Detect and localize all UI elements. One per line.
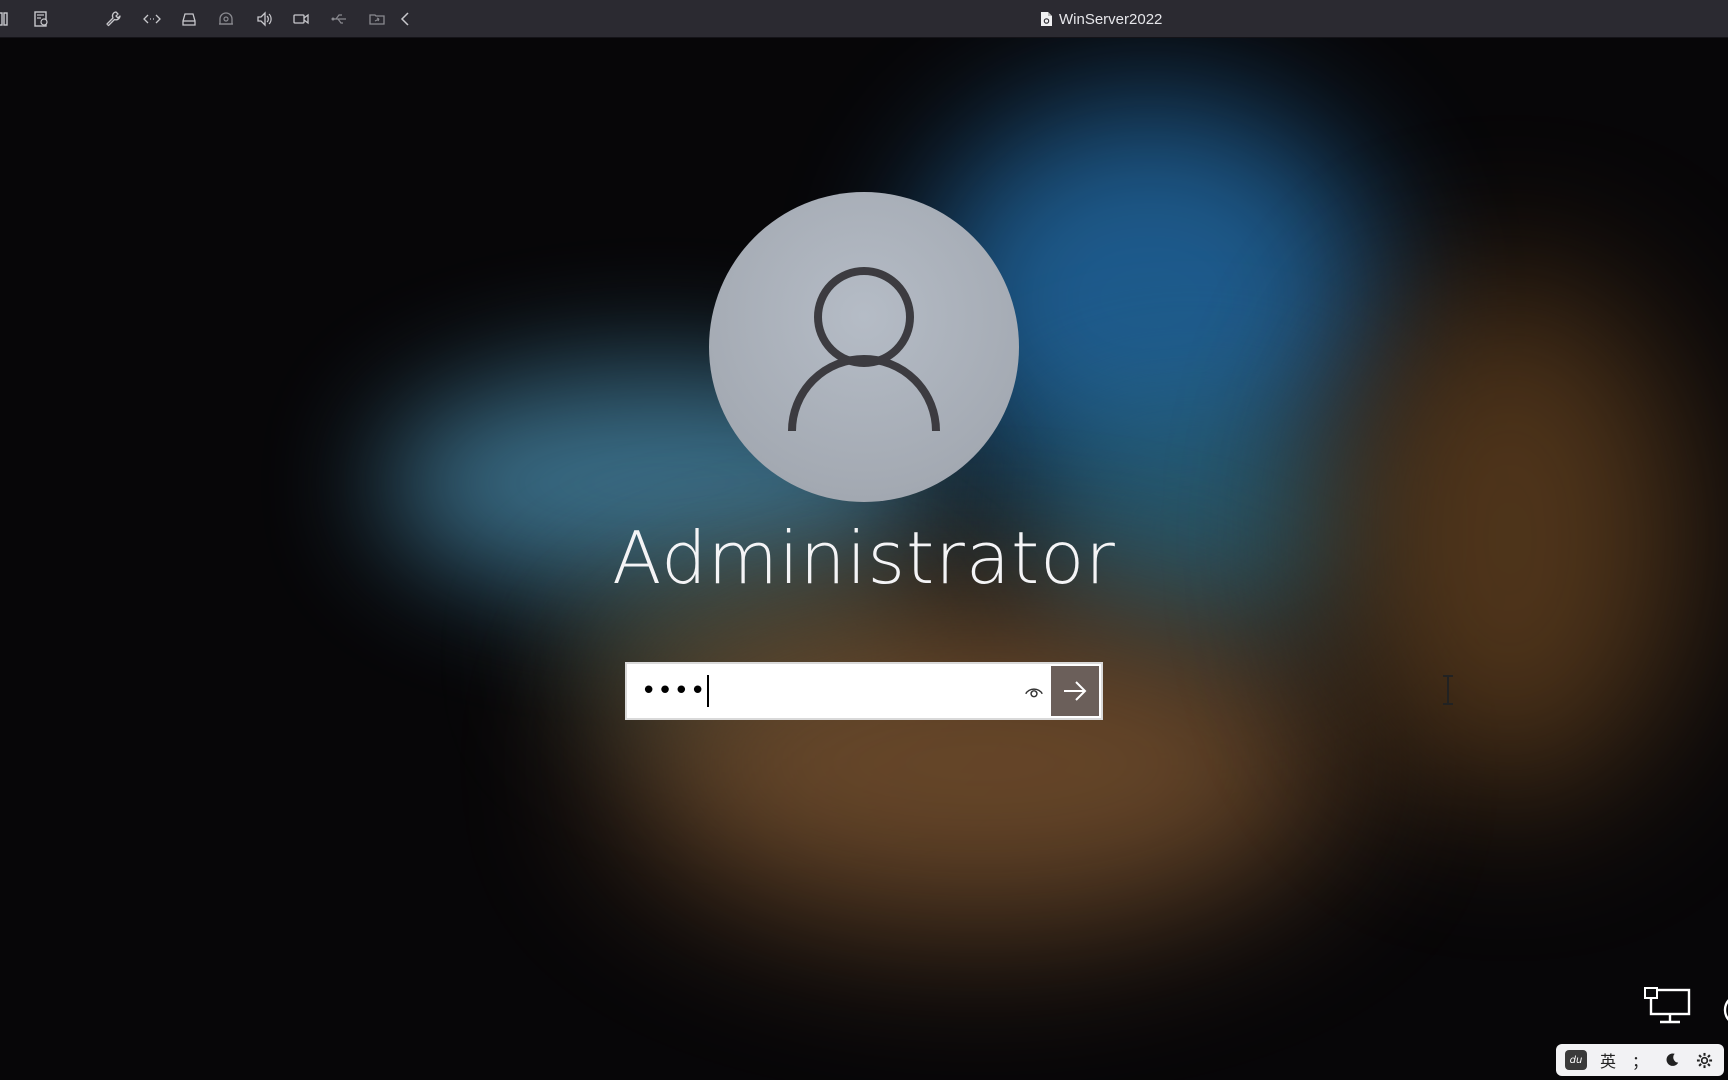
speaker-button[interactable] — [251, 6, 277, 32]
camera-dome-icon — [219, 12, 233, 25]
network-icon[interactable] — [1643, 986, 1693, 1026]
usb-icon — [331, 14, 346, 24]
window-title: WinServer2022 — [1040, 0, 1162, 38]
speaker-icon — [257, 11, 272, 27]
arrow-right-icon — [1064, 681, 1087, 701]
background-blur — [1330, 278, 1690, 798]
text-caret — [707, 675, 710, 707]
chevron-left-icon — [400, 12, 409, 26]
drive-button[interactable] — [176, 6, 202, 32]
ime-language-toggle[interactable]: 英 — [1595, 1047, 1621, 1073]
ime-punctuation-toggle[interactable]: ； — [1627, 1047, 1653, 1073]
user-avatar — [709, 192, 1019, 502]
wrench-button[interactable] — [100, 6, 126, 32]
window-title-text: WinServer2022 — [1059, 10, 1163, 28]
password-value: •••• — [641, 676, 707, 706]
vm-settings-icon — [34, 11, 48, 27]
wrench-icon — [106, 11, 121, 27]
collapse-toolbar-button[interactable] — [393, 6, 419, 32]
ime-logo: du — [1565, 1050, 1587, 1070]
sidebar-toggle-button[interactable] — [0, 6, 18, 32]
ime-settings-button[interactable] — [1691, 1047, 1717, 1073]
code-arrows-icon — [143, 14, 161, 24]
vm-toolbar: WinServer2022 — [0, 0, 1728, 38]
vm-window: WinServer2022 Administrator •••• du 英 ； — [0, 0, 1728, 1080]
lock-screen: Administrator •••• — [0, 38, 1728, 1080]
password-field[interactable]: •••• — [625, 662, 1453, 720]
ime-toolbar: du 英 ； — [1556, 1044, 1724, 1076]
document-icon — [1041, 12, 1052, 26]
ime-logo-button[interactable]: du — [1563, 1047, 1589, 1073]
reveal-password-button[interactable] — [1019, 676, 1049, 706]
camera-dome-button[interactable] — [213, 6, 239, 32]
password-input[interactable]: •••• — [641, 664, 710, 718]
user-icon — [788, 267, 940, 432]
i-beam-cursor-icon — [1443, 675, 1453, 705]
submit-button[interactable] — [1051, 666, 1099, 716]
video-camera-button[interactable] — [288, 6, 314, 32]
gear-icon — [1696, 1052, 1712, 1068]
sidebar-toggle-icon — [0, 12, 8, 26]
eye-icon — [1025, 688, 1043, 698]
moon-icon — [1666, 1053, 1679, 1066]
ime-mode-button[interactable] — [1659, 1047, 1685, 1073]
drive-icon — [182, 13, 196, 26]
username-label: Administrator — [612, 516, 1116, 600]
shared-folder-button[interactable] — [364, 6, 390, 32]
code-arrows-button[interactable] — [139, 6, 165, 32]
shared-folder-icon — [369, 14, 385, 25]
accessibility-icon[interactable] — [1720, 992, 1728, 1028]
usb-button[interactable] — [326, 6, 352, 32]
video-camera-icon — [293, 13, 309, 25]
background-blur — [620, 598, 1340, 928]
vm-settings-button[interactable] — [28, 6, 54, 32]
